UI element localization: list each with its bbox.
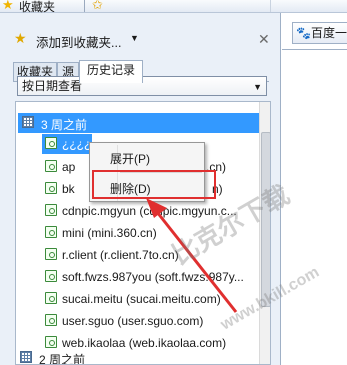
tab-strip-divider <box>282 49 347 50</box>
page-icon <box>45 226 57 238</box>
group-label: 3 周之前 <box>41 118 88 132</box>
group-label: 2 周之前 <box>39 353 86 365</box>
view-by-value: 按日期查看 <box>22 79 83 93</box>
scrollbar-thumb[interactable] <box>261 132 270 307</box>
tree-scrollbar[interactable] <box>259 102 270 364</box>
history-item-label: cdnpic.mgyun (cdnpic.mgyun.c... <box>62 204 237 218</box>
history-group-3-weeks-ago[interactable]: 3 周之前 <box>18 113 261 133</box>
history-item[interactable]: user.sguo (user.sguo.com) <box>16 311 259 331</box>
page-icon <box>45 137 57 149</box>
chevron-down-icon[interactable]: ▼ <box>253 78 262 96</box>
history-tree: 3 周之前 ¿¿¿¿ ap .cn) bk n) cdnpic.mgyun (c… <box>15 101 271 365</box>
page-icon <box>45 336 57 348</box>
calendar-icon <box>22 116 34 128</box>
history-item[interactable]: sucai.meitu (sucai.meitu.com) <box>16 289 259 309</box>
history-item-label: r.client (r.client.7to.cn) <box>62 248 179 262</box>
toolbar-divider-right <box>270 0 271 12</box>
browser-tab-label: 百度一 <box>311 26 347 40</box>
page-icon <box>45 270 57 282</box>
page-icon <box>45 160 57 172</box>
chevron-down-icon[interactable]: ▼ <box>130 33 139 43</box>
favorites-toolbar: ★ 收藏夹 ✩ <box>0 0 347 14</box>
favorites-bar-icon[interactable]: ✩ <box>92 0 103 13</box>
menu-item-expand[interactable]: 展开(P) <box>110 150 150 167</box>
history-item-label: bk <box>62 182 75 196</box>
star-icon[interactable]: ★ <box>2 0 14 13</box>
page-icon <box>45 314 57 326</box>
calendar-icon <box>20 351 32 363</box>
history-item-label: ap <box>62 160 76 174</box>
browser-content-area: 🐾 百度一 <box>282 13 347 365</box>
history-item-label: soft.fwzs.987you (soft.fwzs.987y... <box>62 270 244 284</box>
page-icon <box>45 292 57 304</box>
page-icon <box>45 182 57 194</box>
history-item-selected[interactable]: ¿¿¿¿ <box>42 134 92 154</box>
page-icon <box>45 204 57 216</box>
history-item[interactable]: r.client (r.client.7to.cn) <box>16 245 259 265</box>
history-item-label: sucai.meitu (sucai.meitu.com) <box>62 292 221 306</box>
history-item[interactable]: cdnpic.mgyun (cdnpic.mgyun.c... <box>16 201 259 221</box>
history-item-label: ¿¿¿¿ <box>62 137 92 151</box>
history-item-label: mini (mini.360.cn) <box>62 226 157 240</box>
delete-highlight-box <box>92 170 216 199</box>
history-item-label: user.sguo (user.sguo.com) <box>62 314 204 328</box>
page-icon <box>45 248 57 260</box>
history-group-2-weeks-ago[interactable]: 2 周之前 <box>18 348 261 365</box>
browser-tab[interactable]: 🐾 百度一 <box>292 22 347 44</box>
add-to-favorites-label: 添加到收藏夹... <box>36 36 122 50</box>
history-item[interactable]: soft.fwzs.987you (soft.fwzs.987y... <box>16 267 259 287</box>
close-icon[interactable]: ✕ <box>258 31 270 48</box>
tab-history[interactable]: 历史记录 <box>79 60 143 83</box>
add-to-favorites-button[interactable]: ★ 添加到收藏夹... ▼ <box>14 30 164 50</box>
toolbar-divider <box>84 0 85 12</box>
history-item[interactable]: mini (mini.360.cn) <box>16 223 259 243</box>
paw-icon: 🐾 <box>296 26 311 40</box>
star-add-icon: ★ <box>14 30 27 46</box>
